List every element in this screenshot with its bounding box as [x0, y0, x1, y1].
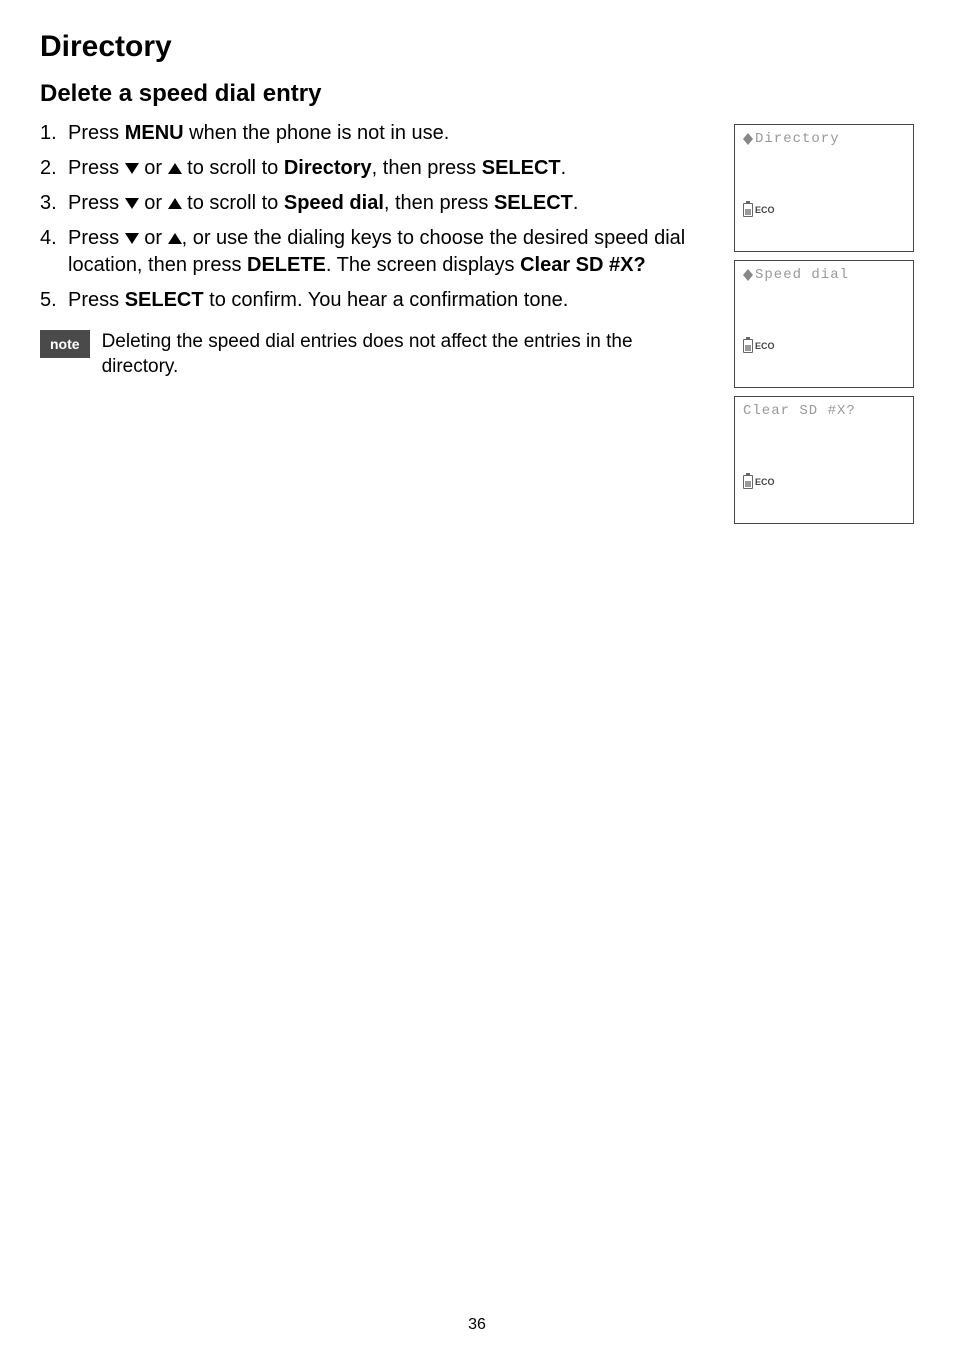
eco-label: ECO [755, 341, 775, 351]
lcd-screen-speed-dial: Speed dial ECO [734, 260, 914, 388]
step-text: , then press [384, 192, 494, 214]
step-text: . [561, 157, 567, 179]
step-1: Press MENU when the phone is not in use. [40, 120, 710, 147]
target-directory: Directory [284, 157, 372, 179]
lcd-text: Speed dial [755, 267, 849, 283]
up-arrow-icon [168, 163, 182, 174]
step-text: to scroll to [182, 157, 284, 179]
step-text: or [139, 157, 168, 179]
note-badge: note [40, 330, 90, 358]
page-title: Directory [40, 30, 914, 64]
section-heading: Delete a speed dial entry [40, 80, 914, 108]
step-text: Press [68, 227, 125, 249]
step-text: , then press [372, 157, 482, 179]
step-4: Press or , or use the dialing keys to ch… [40, 225, 710, 279]
down-arrow-icon [125, 163, 139, 174]
lcd-bottom: ECO [743, 339, 775, 353]
lcd-top: Clear SD #X? [743, 403, 905, 419]
step-text: to scroll to [182, 192, 284, 214]
down-arrow-icon [125, 233, 139, 244]
right-column: Directory ECO Speed dial ECO Cle [734, 124, 914, 524]
lcd-bottom: ECO [743, 203, 775, 217]
key-delete: DELETE [247, 254, 326, 276]
battery-icon [743, 339, 753, 353]
step-text: when the phone is not in use. [184, 122, 450, 144]
step-3: Press or to scroll to Speed dial, then p… [40, 190, 710, 217]
eco-label: ECO [755, 205, 775, 215]
lcd-top: Speed dial [743, 267, 905, 283]
step-text: or [139, 192, 168, 214]
step-text: or [139, 227, 168, 249]
step-text: . The screen displays [326, 254, 520, 276]
up-arrow-icon [168, 198, 182, 209]
up-arrow-icon [168, 233, 182, 244]
target-speed-dial: Speed dial [284, 192, 384, 214]
left-column: Press MENU when the phone is not in use.… [40, 120, 710, 524]
key-select: SELECT [494, 192, 573, 214]
battery-icon [743, 203, 753, 217]
down-arrow-icon [125, 198, 139, 209]
steps-list: Press MENU when the phone is not in use.… [40, 120, 710, 314]
battery-icon [743, 475, 753, 489]
scroll-arrows-icon [743, 133, 753, 145]
lcd-text: Clear SD #X? [743, 403, 856, 419]
key-menu: MENU [125, 122, 184, 144]
step-2: Press or to scroll to Directory, then pr… [40, 155, 710, 182]
prompt-clear-sd: Clear SD #X? [520, 254, 646, 276]
step-text: Press [68, 289, 125, 311]
step-text: Press [68, 157, 125, 179]
page-number: 36 [0, 1316, 954, 1334]
lcd-screen-directory: Directory ECO [734, 124, 914, 252]
step-text: Press [68, 122, 125, 144]
step-text: to confirm. You hear a confirmation tone… [204, 289, 569, 311]
step-5: Press SELECT to confirm. You hear a conf… [40, 287, 710, 314]
step-text: . [573, 192, 579, 214]
step-text: Press [68, 192, 125, 214]
lcd-screen-clear-sd: Clear SD #X? ECO [734, 396, 914, 524]
scroll-arrows-icon [743, 269, 753, 281]
note-text: Deleting the speed dial entries does not… [102, 330, 710, 379]
lcd-top: Directory [743, 131, 905, 147]
lcd-bottom: ECO [743, 475, 775, 489]
content-area: Press MENU when the phone is not in use.… [40, 120, 914, 524]
lcd-text: Directory [755, 131, 840, 147]
key-select: SELECT [482, 157, 561, 179]
note-row: note Deleting the speed dial entries doe… [40, 330, 710, 379]
key-select: SELECT [125, 289, 204, 311]
eco-label: ECO [755, 477, 775, 487]
